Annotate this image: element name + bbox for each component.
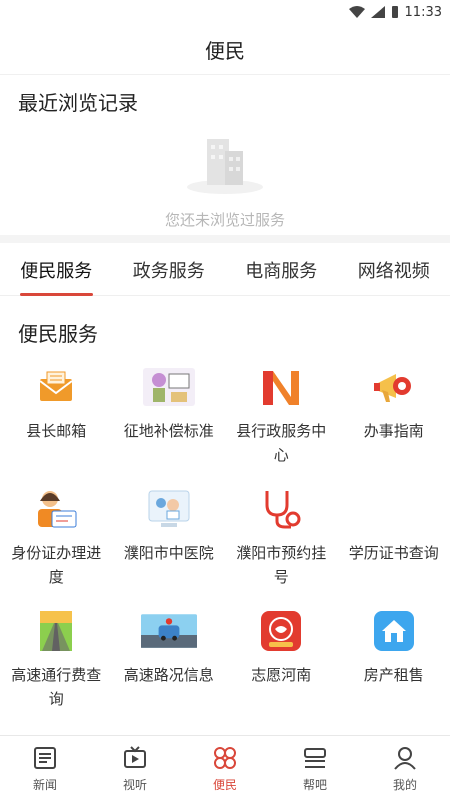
nav-help[interactable]: 帮吧 — [270, 736, 360, 800]
recent-title: 最近浏览记录 — [18, 91, 138, 115]
admin-center-icon — [253, 363, 309, 411]
status-time: 11:33 — [404, 4, 442, 20]
service-label: 办事指南 — [363, 422, 424, 440]
recent-section: 最近浏览记录 您还未浏览过服务 — [0, 75, 450, 235]
service-item[interactable]: 濮阳市中医院 — [113, 485, 226, 589]
service-item[interactable]: 县长邮箱 — [0, 363, 113, 467]
service-label: 县行政服务中心 — [236, 422, 327, 464]
services-title: 便民服务 — [18, 322, 98, 346]
nav-help-label: 帮吧 — [302, 777, 327, 792]
empty-text: 您还未浏览过服务 — [164, 211, 285, 229]
service-item[interactable]: 房产租售 — [338, 607, 450, 711]
service-item[interactable]: 高速通行费查询 — [0, 607, 113, 711]
service-label: 征地补偿标准 — [123, 422, 214, 440]
volunteer-icon — [253, 607, 309, 655]
highway-toll-icon — [28, 607, 84, 655]
nav-video-label: 视听 — [122, 777, 147, 792]
services-grid: 县长邮箱 征地补偿标准 县行政服务中心 办事指南 身份证办理进度 濮阳市中医院 … — [0, 357, 450, 711]
service-item[interactable]: 办事指南 — [338, 363, 450, 467]
battery-icon — [391, 5, 399, 19]
tab-ecommerce[interactable]: 电商服务 — [225, 257, 338, 295]
section-divider — [0, 235, 450, 243]
tab-video[interactable]: 网络视频 — [338, 257, 450, 295]
certificate-icon — [366, 485, 422, 533]
tab-convenience[interactable]: 便民服务 — [0, 257, 113, 296]
service-label: 县长邮箱 — [26, 422, 87, 440]
empty-buildings-icon — [185, 135, 265, 195]
service-label: 身份证办理进度 — [11, 544, 102, 586]
nav-service[interactable]: 便民 — [180, 736, 270, 800]
service-item[interactable]: 县行政服务中心 — [225, 363, 338, 467]
service-label: 高速通行费查询 — [11, 666, 102, 708]
service-item[interactable]: 学历证书查询 — [338, 485, 450, 589]
page-header: 便民 — [0, 24, 450, 75]
service-label: 学历证书查询 — [348, 544, 439, 562]
tab-government[interactable]: 政务服务 — [113, 257, 226, 295]
road-condition-icon — [140, 607, 197, 655]
signal-icon — [370, 6, 385, 18]
nav-profile-label: 我的 — [392, 777, 417, 792]
page-title: 便民 — [205, 38, 245, 63]
nav-service-label: 便民 — [212, 777, 237, 792]
stethoscope-icon — [253, 485, 309, 533]
category-tabs: 便民服务 政务服务 电商服务 网络视频 — [0, 243, 450, 296]
service-item[interactable]: 征地补偿标准 — [113, 363, 226, 467]
service-item[interactable]: 高速路况信息 — [113, 607, 226, 711]
video-icon — [121, 744, 149, 772]
land-compensation-icon — [141, 363, 197, 411]
megaphone-icon — [366, 363, 422, 411]
status-bar: 11:33 — [0, 0, 450, 24]
service-label: 高速路况信息 — [123, 666, 214, 684]
news-icon — [31, 744, 59, 772]
bottom-nav: 新闻 视听 便民 帮吧 我的 — [0, 735, 450, 800]
nav-news[interactable]: 新闻 — [0, 736, 90, 800]
service-label: 志愿河南 — [251, 666, 312, 684]
service-label: 濮阳市预约挂号 — [236, 544, 327, 586]
nav-news-label: 新闻 — [32, 777, 57, 792]
nav-video[interactable]: 视听 — [90, 736, 180, 800]
service-item[interactable]: 身份证办理进度 — [0, 485, 113, 589]
help-icon — [301, 744, 329, 772]
profile-icon — [391, 744, 419, 772]
wifi-icon — [348, 6, 365, 18]
service-item[interactable]: 志愿河南 — [225, 607, 338, 711]
service-icon — [211, 744, 239, 772]
mail-icon — [28, 363, 84, 411]
service-label: 濮阳市中医院 — [123, 544, 214, 562]
nav-profile[interactable]: 我的 — [360, 736, 450, 800]
service-label: 房产租售 — [363, 666, 424, 684]
service-item[interactable]: 濮阳市预约挂号 — [225, 485, 338, 589]
house-icon — [366, 607, 422, 655]
hospital-icon — [141, 485, 197, 533]
id-card-icon — [28, 485, 84, 533]
